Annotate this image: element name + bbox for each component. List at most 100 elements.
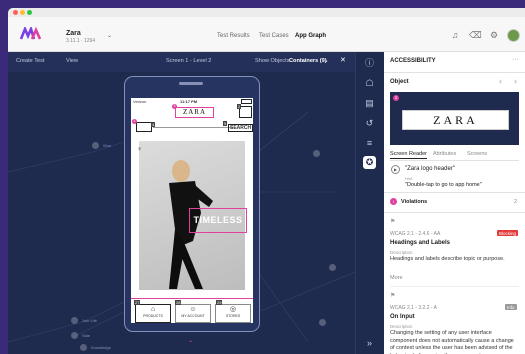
accessibility-icon[interactable]: ✪ [363,156,376,169]
phone-screen[interactable]: Verizon 11:17 PM ZARA 3 2 1 4 5 SEARCH ♀… [131,98,253,323]
nav-test-cases[interactable]: Test Cases [259,33,289,39]
violation-icon: ! [390,198,397,205]
flag-icon[interactable]: ⚑ [390,292,395,299]
more-icon[interactable]: ··· [512,56,519,63]
tab-screens[interactable]: Screens [467,151,487,157]
screen-label: Screen 1 - Level 2 [166,58,212,64]
nav-test-results[interactable]: Test Results [217,33,250,39]
nav-app-graph[interactable]: App Graph [295,33,326,39]
view-menu[interactable]: View [66,58,78,64]
object-label: Object [390,79,409,85]
battery-icon [241,99,252,104]
graph-node[interactable] [71,317,78,324]
tag-label: 27 [134,300,141,305]
carrier-label: Verizon [133,99,147,104]
app-name[interactable]: Zara [66,30,81,37]
gear-icon[interactable]: ⚙ [488,29,500,41]
tab-stores[interactable]: ◎ STORES [215,304,251,323]
containers-select[interactable]: Containers (9) [289,58,327,64]
tab-stores-label: STORES [225,314,241,318]
graph-node[interactable] [92,142,99,149]
violation-title: On Input [390,314,415,320]
list-icon[interactable]: ≡ [363,137,376,150]
app-version: 3.11.1 · 1294 [66,38,96,44]
chevron-down-icon[interactable]: ⌄ [107,32,112,39]
sr-hint: "Double-tap to go to app home" [405,182,482,188]
description-label: Description [390,324,413,329]
maximize-window-button[interactable] [27,10,32,15]
zara-logo[interactable]: ZARA [175,107,214,118]
info-icon[interactable]: ⓘ [363,57,376,70]
bag-icon[interactable]: ☖ [363,77,376,90]
info-badge: Info [505,304,517,310]
tag-label: 28 [175,300,182,305]
phone-speaker [179,82,203,85]
delete-icon[interactable]: ⌫ [469,29,482,41]
status-time: 11:17 PM [180,99,198,104]
notification-icon[interactable]: ♫ [449,29,461,41]
search-underline [153,127,233,128]
tab-products-label: PRODUCTS [143,314,163,318]
tool-rail: ⓘ ☖ ▤ ↺ ≡ ✪ » [355,52,384,354]
graph-node[interactable] [319,319,326,326]
tab-products[interactable]: ⌂ PRODUCTS [135,304,171,323]
tag-marker: 3 [393,95,399,101]
blocking-badge: Blocking [497,230,519,236]
violation-title: Headings and Labels [390,240,451,246]
app-graph-canvas[interactable]: Create Test View Screen 1 - Level 2 Show… [8,52,355,354]
create-test-button[interactable]: Create Test [16,58,45,64]
hero-text-box[interactable]: TIMELESS [189,208,247,233]
divider [390,286,519,287]
hanger-icon: ⌂ [150,306,156,313]
avatar[interactable] [507,29,520,42]
tab-my-account-label: MY ACCOUNT [181,314,205,318]
tag-label: 29 [216,300,223,305]
title-bar [8,8,525,17]
panel-title: ACCESSIBILITY [390,58,436,64]
tag-label: 2 [237,104,242,109]
graph-node-label: Sale [82,333,91,338]
tag-label: 5 [223,121,228,126]
chevron-up-icon[interactable]: ⌃ [188,340,193,347]
graph-node[interactable] [71,332,78,339]
next-icon[interactable]: › [514,76,517,86]
document-icon[interactable]: ▤ [363,97,376,110]
graph-node[interactable] [329,264,336,271]
violation-description: Changing the setting of any user interfa… [390,330,514,354]
sr-label: "Zara logo header" [405,166,455,172]
panel-tabs: Screen Reader Attributes Screens [390,149,519,161]
tag-marker: 1 [132,119,137,124]
close-window-button[interactable] [13,10,18,15]
graph-node-label: Join Life [82,318,97,323]
menu-icon[interactable] [136,122,152,132]
tab-screen-reader[interactable]: Screen Reader [390,151,427,159]
show-objects-label: Show Objects [255,58,290,64]
more-link[interactable]: More [390,275,403,281]
user-icon: ☺ [189,306,197,313]
tab-my-account[interactable]: ☺ MY ACCOUNT [175,304,211,323]
hanger-icon: ♀ [137,146,143,153]
tab-attributes[interactable]: Attributes [433,151,456,157]
object-preview: 3 ZARA [390,92,519,145]
search-button[interactable]: SEARCH [228,124,253,132]
accessibility-panel: ACCESSIBILITY ··· Object ‹ › 3 ZARA Scre… [384,52,525,354]
app-header: Zara 3.11.1 · 1294 ⌄ Test Results Test C… [8,17,525,52]
graph-node[interactable] [80,344,87,351]
flag-icon[interactable]: ⚑ [390,218,395,225]
history-icon[interactable]: ↺ [363,117,376,130]
app-window: Zara 3.11.1 · 1294 ⌄ Test Results Test C… [8,8,525,354]
violation-code: WCAG 2.1 - 2.4.6 - AA [390,231,441,237]
close-icon[interactable]: ✕ [340,56,346,64]
prev-icon[interactable]: ‹ [499,76,502,86]
collapse-icon[interactable]: » [363,337,376,350]
minimize-window-button[interactable] [20,10,25,15]
chevron-down-icon[interactable]: ⌄ [324,58,329,64]
violations-count: 2 [514,199,518,205]
canvas-toolbar: Create Test View Screen 1 - Level 2 Show… [8,52,355,72]
bottom-tab-bar: ⌂ PRODUCTS 27 ☺ MY ACCOUNT 28 ◎ STORES 2… [131,298,253,323]
violation-code: WCAG 2.1 - 3.2.2 - A [390,305,437,311]
brand-logo-icon [19,27,42,40]
play-icon[interactable]: ▶ [391,165,400,174]
graph-node[interactable] [313,150,320,157]
preview-logo: ZARA [433,113,478,127]
